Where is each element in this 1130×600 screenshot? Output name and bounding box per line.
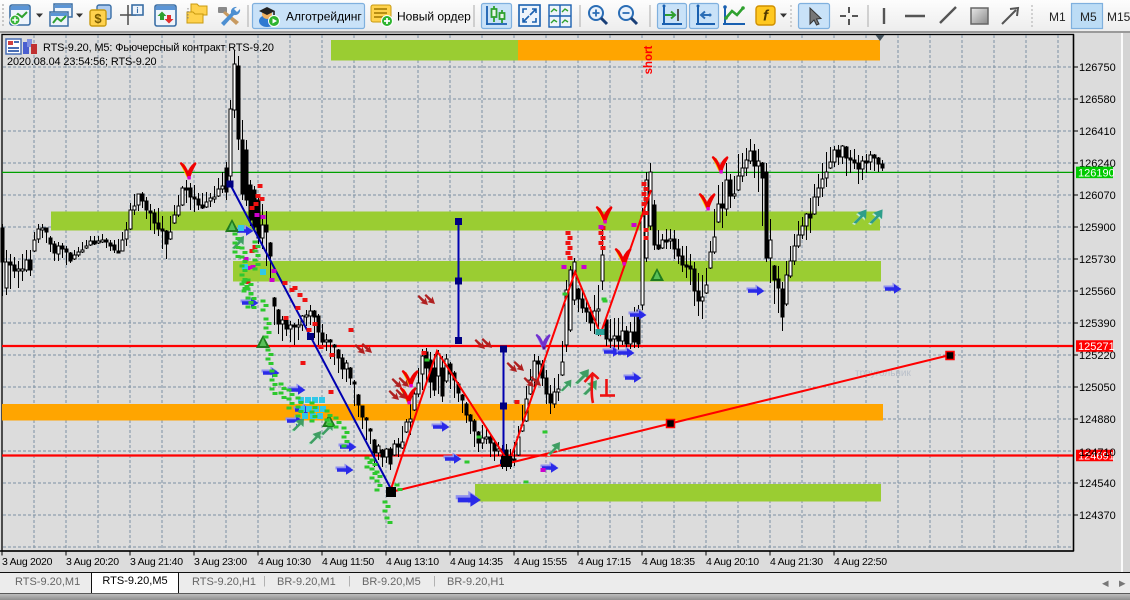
svg-text:124710: 124710: [1079, 447, 1116, 459]
svg-text:4 Aug 20:10: 4 Aug 20:10: [706, 556, 759, 568]
svg-text:124540: 124540: [1079, 478, 1116, 490]
svg-text:M5: M5: [1080, 10, 1097, 24]
svg-text:124370: 124370: [1079, 510, 1116, 522]
svg-text:M1: M1: [1049, 10, 1066, 24]
svg-text:125050: 125050: [1079, 382, 1116, 394]
svg-text:Новый ордер: Новый ордер: [397, 10, 471, 24]
svg-text:short: short: [643, 45, 655, 74]
svg-text:3 Aug 2020: 3 Aug 2020: [2, 556, 53, 568]
svg-text:125560: 125560: [1079, 286, 1116, 298]
svg-text:125390: 125390: [1079, 318, 1116, 330]
svg-text:4 Aug 11:50: 4 Aug 11:50: [322, 556, 374, 568]
svg-text:4 Aug 13:10: 4 Aug 13:10: [386, 556, 439, 568]
svg-text:Алготрейдинг: Алготрейдинг: [286, 10, 362, 24]
svg-text:4 Aug 10:30: 4 Aug 10:30: [258, 556, 311, 568]
svg-text:M15: M15: [1107, 10, 1130, 24]
svg-text:2020.08.04 23:54:56; RTS-9.20: 2020.08.04 23:54:56; RTS-9.20: [7, 56, 157, 68]
svg-text:3 Aug 23:00: 3 Aug 23:00: [194, 556, 247, 568]
svg-text:треугольник: треугольник: [855, 368, 912, 379]
svg-text:126190: 126190: [1078, 167, 1115, 179]
svg-text:126410: 126410: [1079, 126, 1116, 138]
svg-text:4 Aug 17:15: 4 Aug 17:15: [578, 556, 631, 568]
svg-text:3 Aug 20:20: 3 Aug 20:20: [66, 556, 119, 568]
svg-text:4 Aug 14:35: 4 Aug 14:35: [450, 556, 503, 568]
svg-text:125730: 125730: [1079, 254, 1116, 266]
svg-text:4 Aug 22:50: 4 Aug 22:50: [834, 556, 887, 568]
svg-text:126580: 126580: [1079, 94, 1116, 106]
svg-text:RTS-9.20, M5: Фьючерсный конт: RTS-9.20, M5: Фьючерсный контракт RTS-9.…: [43, 42, 274, 54]
svg-text:$: $: [94, 11, 102, 26]
svg-text:125900: 125900: [1079, 222, 1116, 234]
svg-text:3 Aug 21:40: 3 Aug 21:40: [130, 556, 183, 568]
svg-text:125271: 125271: [1078, 341, 1115, 353]
svg-text:4 Aug 21:30: 4 Aug 21:30: [770, 556, 823, 568]
svg-text:4 Aug 15:55: 4 Aug 15:55: [514, 556, 567, 568]
svg-text:i: i: [136, 6, 138, 15]
svg-text:124880: 124880: [1079, 414, 1116, 426]
svg-text:4 Aug 18:35: 4 Aug 18:35: [642, 556, 695, 568]
svg-text:126070: 126070: [1079, 190, 1116, 202]
svg-text:126750: 126750: [1079, 62, 1116, 74]
